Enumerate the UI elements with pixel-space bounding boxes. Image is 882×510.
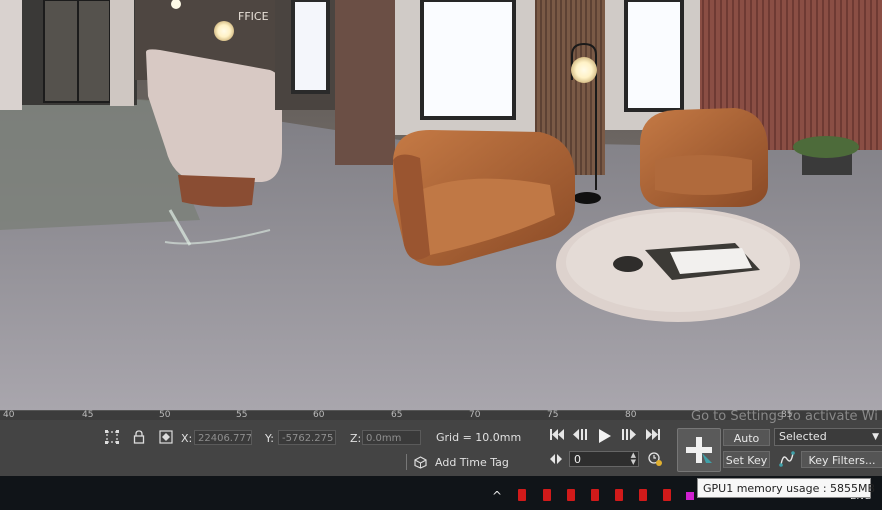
selected-value: Selected: [779, 430, 827, 443]
z-coordinate-field[interactable]: 0.0mm: [362, 430, 421, 445]
office-sign: FFICE: [238, 10, 269, 23]
gpu-memory-tooltip: GPU1 memory usage : 5855MB: [697, 478, 875, 498]
divider: [406, 454, 407, 470]
tick-label: 70: [469, 410, 481, 420]
set-key-icon[interactable]: [677, 428, 721, 472]
next-frame-icon[interactable]: [618, 429, 638, 445]
tick-label: 80: [625, 410, 637, 420]
render-viewport[interactable]: FFICE: [0, 0, 882, 410]
y-coordinate-field[interactable]: -5762.275: [278, 430, 336, 445]
pendant-light: [214, 21, 234, 41]
grid-size-label: Grid = 10.0mm: [436, 431, 522, 444]
tick-label: 45: [82, 410, 94, 420]
go-to-end-icon[interactable]: [644, 429, 662, 445]
auto-key-button[interactable]: Auto Key: [723, 429, 770, 462]
key-filters-button[interactable]: Key Filters...: [801, 451, 882, 468]
pillar: [335, 0, 395, 165]
previous-frame-icon[interactable]: [571, 429, 591, 445]
current-frame-field[interactable]: 0 ▲ ▼: [569, 451, 639, 467]
x-coordinate-field[interactable]: 22406.777: [194, 430, 252, 445]
tick-label: 50: [159, 410, 171, 420]
status-bar: X: 22406.777 Y: -5762.275 Z: 0.0mm Grid …: [0, 420, 882, 476]
add-time-tag-button[interactable]: Add Time Tag: [435, 456, 509, 469]
tray-app-icon[interactable]: [567, 489, 575, 501]
time-tag-icon[interactable]: [412, 454, 428, 470]
left-wall: [0, 0, 22, 110]
tray-app-icon[interactable]: [639, 489, 647, 501]
z-label: Z:: [350, 432, 362, 445]
chevron-down-icon: ▼: [872, 432, 879, 442]
absolute-mode-icon[interactable]: [158, 429, 174, 445]
time-config-icon[interactable]: [646, 452, 664, 468]
tray-app-icon[interactable]: [591, 489, 599, 501]
tick-label: 65: [391, 410, 403, 420]
tray-app-icon[interactable]: [518, 489, 526, 501]
set-key-button[interactable]: Set Key: [723, 451, 770, 468]
tray-app-icon[interactable]: [663, 489, 671, 501]
tick-label: 60: [313, 410, 325, 420]
selection-lock-icon[interactable]: [104, 429, 120, 445]
window: [624, 0, 684, 112]
key-tangent-icon[interactable]: [777, 451, 797, 467]
floor-lamp: [571, 57, 597, 83]
tick-label: 75: [547, 410, 559, 420]
tray-app-icon[interactable]: [615, 489, 623, 501]
lock-icon[interactable]: [131, 429, 147, 445]
key-mode-icon[interactable]: [548, 453, 564, 469]
chevron-up-icon[interactable]: ^: [492, 489, 502, 503]
tray-app-icon[interactable]: [543, 489, 551, 501]
window: [420, 0, 516, 120]
tray-app-icon[interactable]: [686, 492, 694, 500]
activate-windows-watermark: Go to Settings to activate Wi: [691, 409, 878, 424]
scene-render: FFICE: [0, 0, 882, 410]
frame-value: 0: [574, 453, 581, 466]
go-to-start-icon[interactable]: [548, 429, 566, 445]
y-label: Y:: [265, 432, 274, 445]
x-label: X:: [181, 432, 193, 445]
window: [291, 0, 330, 94]
tick-label: 55: [236, 410, 248, 420]
spinner-icon[interactable]: ▲ ▼: [631, 452, 636, 466]
play-icon[interactable]: [597, 429, 613, 445]
tick-label: 40: [3, 410, 15, 420]
key-set-select[interactable]: Selected ▼: [774, 428, 882, 446]
